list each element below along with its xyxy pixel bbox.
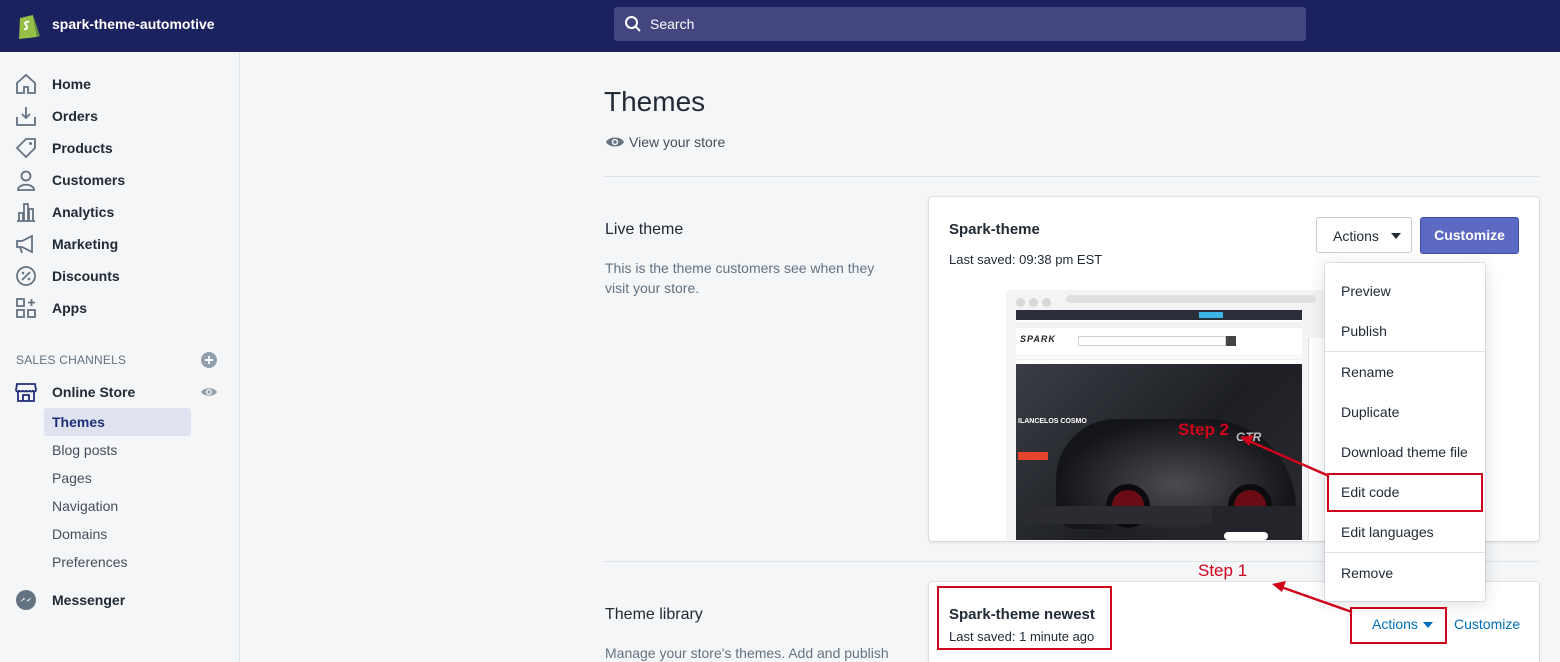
highlight-edit-code: [1327, 473, 1483, 512]
promo-bar: [1016, 310, 1302, 320]
menu-item-remove[interactable]: Remove: [1341, 565, 1393, 581]
sub-item-preferences[interactable]: Preferences: [52, 554, 127, 570]
highlight-library-theme: [937, 586, 1112, 650]
live-theme-name: Spark-theme: [949, 221, 1040, 238]
sidebar-item-home[interactable]: Home: [14, 72, 224, 96]
menu-item-download-theme-file[interactable]: Download theme file: [1341, 444, 1468, 460]
view-store-label: View your store: [629, 134, 726, 150]
gtr-badge: GTR: [1236, 430, 1262, 444]
browser-url-bar: [1066, 295, 1316, 303]
store-name[interactable]: spark-theme-automotive: [52, 16, 215, 32]
menu-item-edit-languages[interactable]: Edit languages: [1341, 524, 1434, 540]
menu-item-duplicate[interactable]: Duplicate: [1341, 404, 1399, 420]
spark-logo: SPARK: [1020, 334, 1056, 344]
bar-chart-icon: [17, 203, 35, 222]
search-input[interactable]: Search: [614, 7, 1306, 41]
page-title: Themes: [604, 86, 706, 117]
sales-channels-heading: SALES CHANNELS: [16, 353, 127, 367]
sidebar-item-label: Home: [52, 76, 91, 92]
top-bar: spark-theme-automotive Search: [0, 0, 1560, 52]
sidebar-item-label: Customers: [52, 172, 126, 188]
menu-item-publish[interactable]: Publish: [1341, 323, 1387, 339]
view-store-link[interactable]: View your store: [606, 134, 746, 152]
discount-icon: [16, 266, 36, 286]
store-icon: [15, 383, 37, 402]
sub-item-navigation[interactable]: Navigation: [52, 498, 118, 514]
eye-icon[interactable]: [201, 384, 217, 400]
sidebar-item-label: Online Store: [52, 384, 136, 400]
shopify-logo-icon[interactable]: [16, 12, 40, 40]
menu-item-preview[interactable]: Preview: [1341, 283, 1391, 299]
theme-preview-image[interactable]: SPARK GTR ILANCELOS COSMO: [1006, 290, 1324, 540]
sidebar-item-label: Analytics: [52, 204, 115, 220]
mobile-screenshot: [1308, 338, 1324, 540]
person-icon: [17, 170, 35, 191]
messenger-icon: [16, 590, 36, 610]
preview-menu: [1016, 354, 1302, 360]
step-1-label: Step 1: [1198, 561, 1248, 580]
menu-divider: [1325, 351, 1485, 352]
sub-item-domains[interactable]: Domains: [52, 526, 107, 542]
menu-divider: [1325, 552, 1485, 553]
accept-pill: [1224, 532, 1268, 540]
live-theme-heading: Live theme: [605, 221, 684, 238]
caret-down-icon: [1391, 233, 1401, 239]
library-customize-link[interactable]: Customize: [1454, 616, 1520, 632]
menu-item-rename[interactable]: Rename: [1341, 364, 1394, 380]
home-icon: [16, 73, 36, 94]
sidebar-item-online-store[interactable]: Online Store: [14, 380, 224, 404]
preview-search-button: [1226, 336, 1236, 346]
actions-label: Actions: [1333, 228, 1379, 244]
store-screenshot: SPARK GTR ILANCELOS COSMO: [1016, 310, 1302, 540]
sidebar-item-label: Orders: [52, 108, 98, 124]
megaphone-icon: [16, 234, 33, 254]
theme-library-heading: Theme library: [605, 606, 703, 623]
hero-cta: [1018, 452, 1048, 460]
sidebar-item-analytics[interactable]: Analytics: [14, 200, 224, 224]
search-placeholder: Search: [650, 16, 695, 32]
sidebar-item-apps[interactable]: Apps: [14, 296, 224, 320]
sidebar: Home Orders Products Customers Analytics…: [0, 52, 240, 662]
sidebar-item-label: Products: [52, 140, 113, 156]
sidebar-item-discounts[interactable]: Discounts: [14, 264, 224, 288]
sidebar-item-marketing[interactable]: Marketing: [14, 232, 224, 256]
tag-icon: [15, 138, 36, 159]
preview-search-box: [1078, 336, 1226, 346]
live-theme-description: This is the theme customers see when the…: [605, 260, 875, 296]
add-circle-icon[interactable]: [201, 352, 217, 368]
step-2-label: Step 2: [1178, 420, 1230, 439]
sidebar-item-label: Messenger: [52, 592, 126, 608]
top-links: [1016, 322, 1302, 328]
sidebar-item-customers[interactable]: Customers: [14, 168, 224, 192]
orders-icon: [16, 107, 36, 126]
hero-title: ILANCELOS COSMO: [1018, 418, 1087, 425]
sub-item-pages[interactable]: Pages: [52, 470, 92, 486]
live-theme-last-saved: Last saved: 09:38 pm EST: [949, 252, 1103, 267]
sidebar-item-label: Discounts: [52, 268, 120, 284]
divider: [604, 176, 1539, 177]
sidebar-item-label: Apps: [52, 300, 87, 316]
sidebar-item-products[interactable]: Products: [14, 136, 224, 160]
actions-dropdown-menu: Preview Publish Rename Duplicate Downloa…: [1325, 263, 1485, 601]
actions-button[interactable]: Actions: [1316, 217, 1412, 253]
sub-item-themes[interactable]: Themes: [44, 408, 191, 436]
sidebar-item-orders[interactable]: Orders: [14, 104, 224, 128]
apps-icon: [16, 298, 36, 318]
sub-item-label: Themes: [52, 414, 105, 430]
customize-button[interactable]: Customize: [1420, 217, 1519, 254]
theme-library-description: Manage your store's themes. Add and publ…: [605, 645, 889, 661]
promo-tag: [1199, 312, 1223, 318]
sub-item-blog-posts[interactable]: Blog posts: [52, 442, 117, 458]
sidebar-item-messenger[interactable]: Messenger: [14, 588, 224, 612]
eye-icon: [606, 137, 624, 147]
search-icon: [625, 16, 641, 32]
sidebar-item-label: Marketing: [52, 236, 119, 252]
highlight-library-actions: [1350, 607, 1447, 644]
